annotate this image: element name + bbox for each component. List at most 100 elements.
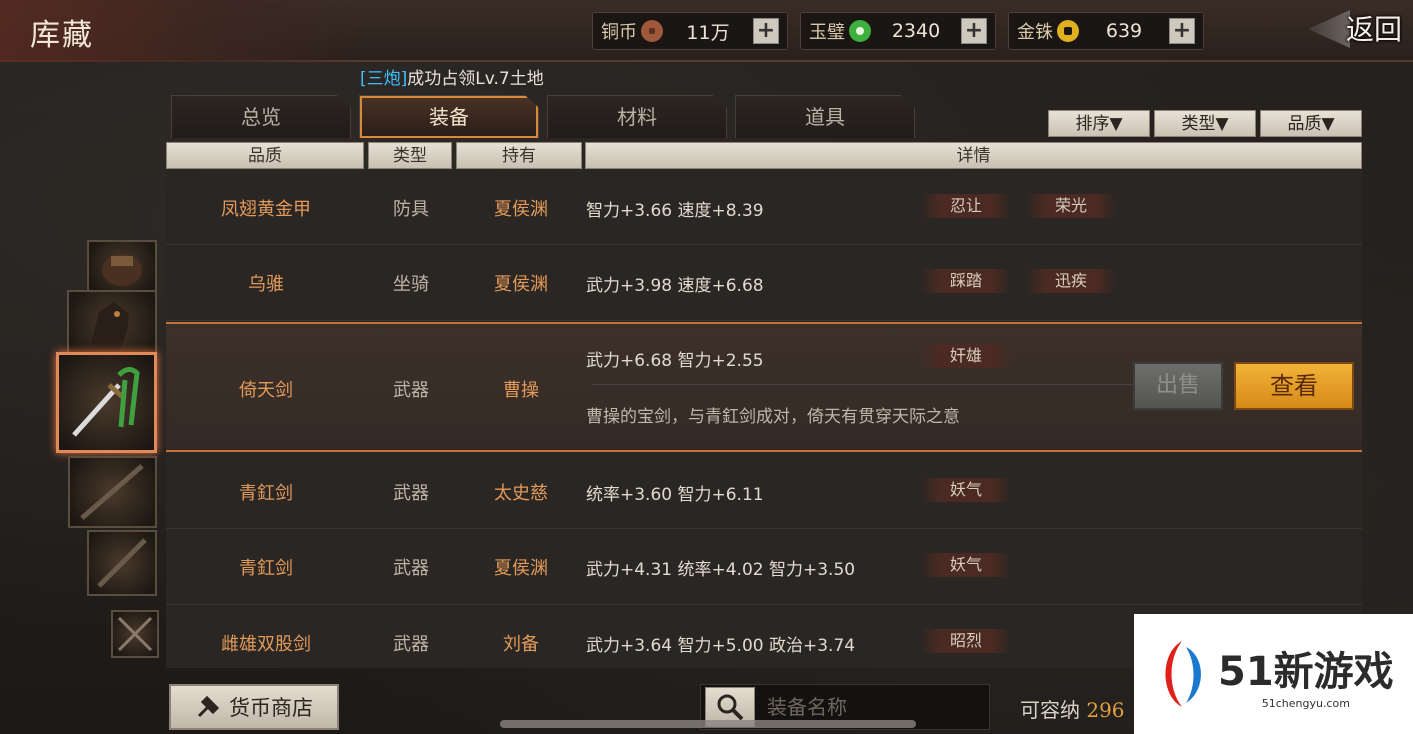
tab-materials[interactable]: 材料 — [547, 95, 727, 138]
back-label: 返回 — [1345, 13, 1402, 46]
item-stats: 智力+3.66 速度+8.39 — [586, 201, 764, 221]
currency-name: 金铢 — [1017, 22, 1053, 43]
twin-swords-icon — [117, 616, 153, 652]
sword-icon — [97, 538, 147, 588]
column-header-type[interactable]: 类型 — [368, 142, 452, 169]
tab-equipment[interactable]: 装备 — [359, 95, 539, 138]
item-type: 坐骑 — [393, 274, 429, 295]
item-stats: 武力+4.31 统率+4.02 智力+3.50 — [586, 560, 856, 580]
twin-swords-thumbnail[interactable] — [111, 610, 159, 658]
back-button[interactable]: 返回 — [1290, 6, 1408, 50]
watermark: 51新游戏 51chengyu.com — [1134, 614, 1413, 734]
sword-icon — [80, 464, 144, 520]
item-name: 青釭剑 — [239, 483, 293, 504]
item-name: 雌雄双股剑 — [221, 634, 311, 655]
quality-dropdown[interactable]: 品质▼ — [1260, 110, 1362, 137]
currency-shop-button[interactable]: 货币商店 — [169, 684, 339, 730]
sell-button[interactable]: 出售 — [1133, 362, 1223, 410]
item-owner: 夏侯渊 — [494, 199, 548, 220]
skill-badge: 奸雄 — [921, 344, 1011, 368]
sword-thumbnail-selected[interactable] — [56, 352, 157, 453]
equipment-list[interactable]: 凤翅黄金甲 防具 夏侯渊 智力+3.66 速度+8.39 忍让 荣光 乌骓 坐骑… — [166, 170, 1362, 668]
search-icon — [717, 694, 744, 721]
divider — [591, 384, 1141, 385]
tab-items[interactable]: 道具 — [735, 95, 915, 138]
column-header-owner[interactable]: 持有 — [456, 142, 582, 169]
item-owner: 夏侯渊 — [494, 558, 548, 579]
item-stats: 武力+3.64 智力+5.00 政治+3.74 — [586, 636, 856, 656]
item-owner: 曹操 — [503, 380, 539, 401]
item-name: 倚天剑 — [239, 380, 293, 401]
currency-value: 639 — [1105, 20, 1143, 42]
add-jade-button[interactable]: + — [961, 18, 987, 44]
jade-disc-icon — [849, 20, 871, 42]
sword-thumbnail[interactable] — [68, 456, 157, 528]
watermark-url: 51chengyu.com — [1261, 696, 1350, 710]
add-gold-button[interactable]: + — [1169, 18, 1195, 44]
armor-thumbnail[interactable] — [87, 240, 157, 292]
currency-value: 2340 — [891, 20, 941, 42]
currency-copper: 铜币 11万 + — [592, 12, 788, 50]
capacity-label: 可容纳 — [1020, 698, 1080, 722]
capacity-display: 可容纳 296 — [1020, 694, 1125, 723]
capacity-value: 296 — [1086, 698, 1125, 722]
search-input[interactable] — [767, 695, 967, 719]
hammer-icon — [197, 695, 220, 718]
currency-gold: 金铢 639 + — [1008, 12, 1204, 50]
item-owner: 夏侯渊 — [494, 274, 548, 295]
back-arrow-icon — [1308, 10, 1350, 48]
skill-badge: 荣光 — [1026, 194, 1116, 218]
item-type: 武器 — [393, 558, 429, 579]
horizontal-scrollbar[interactable] — [500, 720, 916, 728]
brand-logo-icon — [1165, 641, 1201, 707]
currency-jade: 玉璧 2340 + — [800, 12, 996, 50]
item-owner: 太史慈 — [494, 483, 548, 504]
sort-dropdown[interactable]: 排序▼ — [1048, 110, 1150, 137]
skill-badge: 妖气 — [921, 553, 1011, 577]
shop-label: 货币商店 — [229, 696, 313, 720]
type-dropdown[interactable]: 类型▼ — [1154, 110, 1256, 137]
skill-badge: 昭烈 — [921, 629, 1011, 653]
column-header-quality[interactable]: 品质 — [166, 142, 364, 169]
horse-thumbnail[interactable] — [67, 290, 157, 356]
item-stats: 武力+3.98 速度+6.68 — [586, 276, 764, 296]
sword-thumbnail[interactable] — [87, 530, 157, 596]
item-stats: 武力+6.68 智力+2.55 — [586, 351, 764, 371]
armor-icon — [102, 254, 142, 286]
skill-badge: 忍让 — [921, 194, 1011, 218]
sword-icon — [72, 367, 140, 437]
add-copper-button[interactable]: + — [753, 18, 779, 44]
notice-text: 成功占领Lv.7土地 — [407, 69, 544, 89]
currency-value: 11万 — [686, 21, 730, 44]
currency-name: 铜币 — [601, 22, 637, 43]
table-row[interactable]: 凤翅黄金甲 防具 夏侯渊 智力+3.66 速度+8.39 忍让 荣光 — [166, 170, 1362, 245]
item-type: 武器 — [393, 483, 429, 504]
item-type: 防具 — [393, 199, 429, 220]
notice-tag: [三炮] — [360, 69, 408, 89]
item-name: 凤翅黄金甲 — [221, 199, 311, 220]
table-row[interactable]: 乌骓 坐骑 夏侯渊 武力+3.98 速度+6.68 踩踏 迅疾 — [166, 246, 1362, 321]
watermark-brand: 51新游戏 — [1218, 648, 1394, 695]
view-button[interactable]: 查看 — [1234, 362, 1354, 410]
skill-badge: 妖气 — [921, 478, 1011, 502]
item-name: 乌骓 — [248, 274, 284, 295]
horse-icon — [89, 302, 129, 352]
system-notice: [三炮]成功占领Lv.7土地 — [360, 64, 544, 89]
currency-name: 玉璧 — [809, 22, 845, 43]
item-owner: 刘备 — [503, 634, 539, 655]
item-type: 武器 — [393, 380, 429, 401]
copper-coin-icon — [641, 20, 663, 42]
gold-coin-icon — [1057, 20, 1079, 42]
skill-badge: 迅疾 — [1026, 269, 1116, 293]
tab-overview[interactable]: 总览 — [171, 95, 351, 138]
top-bar: 库藏 铜币 11万 + 玉璧 2340 + 金铢 639 + 返回 — [0, 0, 1413, 62]
item-type: 武器 — [393, 634, 429, 655]
table-row[interactable]: 青釭剑 武器 夏侯渊 武力+4.31 统率+4.02 智力+3.50 妖气 — [166, 530, 1362, 605]
item-description: 曹操的宝剑，与青釭剑成对，倚天有贯穿天际之意 — [586, 407, 960, 427]
item-stats: 统率+3.60 智力+6.11 — [586, 485, 764, 505]
table-row[interactable]: 青釭剑 武器 太史慈 统率+3.60 智力+6.11 妖气 — [166, 454, 1362, 529]
column-header-detail: 详情 — [585, 142, 1362, 169]
skill-badge: 踩踏 — [921, 269, 1011, 293]
item-name: 青釭剑 — [239, 558, 293, 579]
page-title: 库藏 — [30, 18, 94, 53]
